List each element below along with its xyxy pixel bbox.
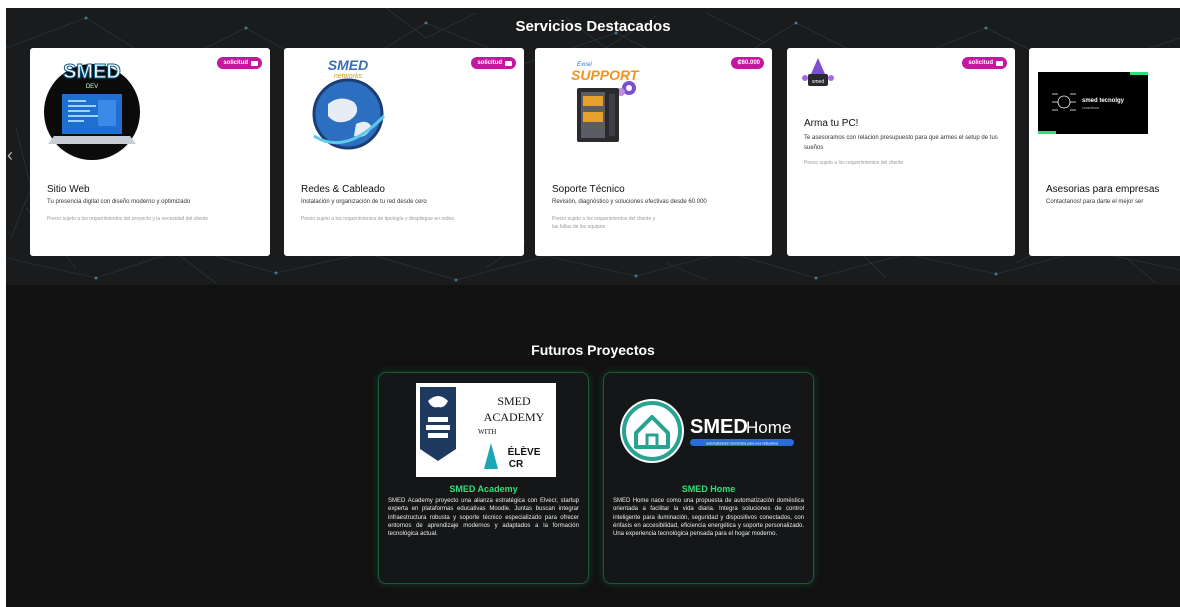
request-badge[interactable]: solicitud (217, 57, 262, 69)
card-description: Revisión, diagnóstico y soluciones efect… (552, 199, 707, 205)
badge-label: solicitud (968, 60, 993, 66)
logo-text: smed (812, 79, 824, 85)
service-card-consulting[interactable]: smed tecnolgy consultoria Asesorias para… (1029, 48, 1180, 256)
card-title: Arma tu PC! (804, 118, 859, 129)
request-badge[interactable]: solicitud (962, 57, 1007, 69)
card-description: Instalación y organización de tu red des… (301, 199, 427, 205)
service-card-web[interactable]: solicitud SMED DEV Sitio Web Tu presenci… (30, 48, 270, 256)
project-description: SMED Home nace como una propuesta de aut… (613, 498, 804, 538)
project-title: SMED Academy (449, 484, 518, 494)
card-title: Soporte Técnico (552, 184, 625, 195)
request-badge[interactable]: solicitud (471, 57, 516, 69)
card-note: Precio sujeto a los requerimientos del p… (47, 216, 209, 222)
services-section: Servicios Destacados ‹ › solicitud SMED … (6, 8, 1180, 285)
logo-partner-sub: CR (509, 459, 524, 470)
smed-academy-logo: SMED ACADEMY WITH ÉLÈVE CR (416, 383, 556, 477)
chat-icon (996, 60, 1003, 66)
logo-sub: consultoria (1082, 106, 1099, 110)
logo-sub: DEV (86, 84, 98, 90)
card-note: Precio sujeto a los requerimientos de ti… (301, 216, 456, 222)
card-description: Contactanos! para darte el mejor ser (1046, 199, 1144, 205)
logo-text: SMED (328, 57, 368, 73)
project-card-academy[interactable]: SMED ACADEMY WITH ÉLÈVE CR SMED Academy … (378, 372, 589, 584)
logo-line-1: SMED (497, 394, 531, 408)
card-title: Redes & Cableado (301, 184, 385, 195)
smed-home-logo: SMED Home automatización doméstica para … (620, 399, 794, 463)
project-card-home[interactable]: SMED Home automatización doméstica para … (603, 372, 814, 584)
service-card-networks[interactable]: solicitud SMED networks Redes & Cableado… (284, 48, 524, 256)
badge-label: solicitud (223, 60, 248, 66)
card-note: Precio sujeto a los requerimientos del c… (804, 160, 904, 166)
logo-bold: SMED (690, 416, 748, 438)
logo-partner: ÉLÈVE (508, 445, 541, 458)
card-note: Precio sujeto a los requerimientos del c… (552, 216, 656, 230)
card-description: Tu presencia digital con diseño moderno … (47, 199, 191, 205)
logo-sub: networks (334, 73, 363, 80)
logo-line-2: ACADEMY (484, 410, 545, 424)
projects-title: Futuros Proyectos (531, 342, 655, 358)
support-logo: Excel SUPPORT (571, 62, 640, 142)
card-title: Sitio Web (47, 184, 90, 195)
logo-text: SMED (63, 61, 121, 83)
chat-icon (251, 60, 258, 66)
logo-light: Home (746, 418, 791, 437)
smed-dev-logo: SMED DEV (44, 61, 140, 160)
chat-icon (505, 60, 512, 66)
wizard-pc-logo: smed (802, 58, 834, 86)
price-badge[interactable]: ₡60.000 (731, 57, 764, 69)
service-card-support[interactable]: ₡60.000 Excel SUPPORT Soporte Técnico Re… (535, 48, 772, 256)
carousel-prev-icon[interactable]: ‹ (7, 145, 13, 166)
services-title: Servicios Destacados (515, 18, 671, 35)
smed-networks-logo: SMED networks (312, 57, 386, 150)
logo-text: smed tecnolgy (1082, 98, 1125, 104)
card-description: Te asesoramos con relacion presupuesto p… (804, 135, 998, 151)
projects-section: Futuros Proyectos SMED ACADEMY WITH ÉLÈV… (6, 285, 1180, 607)
smed-technology-logo: smed tecnolgy consultoria (1038, 72, 1148, 134)
logo-tagline: automatización doméstica para una vida p… (706, 442, 778, 446)
badge-label: ₡60.000 (737, 60, 760, 66)
project-title: SMED Home (681, 484, 736, 494)
page: Servicios Destacados ‹ › solicitud SMED … (0, 0, 1180, 607)
logo-text: SUPPORT (571, 67, 640, 83)
logo-with: WITH (478, 428, 496, 436)
card-title: Asesorias para empresas (1046, 184, 1160, 195)
project-description: SMED Academy proyecto una alianza estrat… (388, 498, 579, 538)
badge-label: solicitud (477, 60, 502, 66)
service-card-build-pc[interactable]: solicitud smed Arma tu PC! Te asesoramos… (787, 48, 1015, 256)
